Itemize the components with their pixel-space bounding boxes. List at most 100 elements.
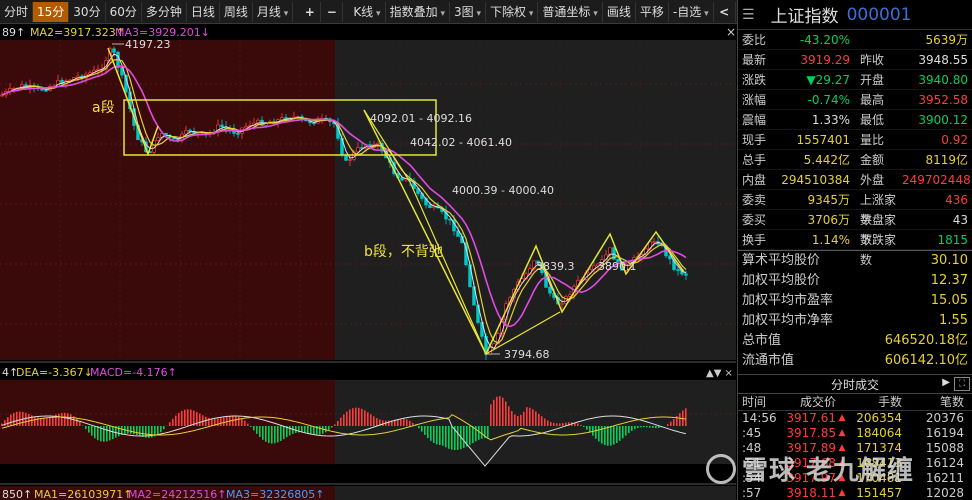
quote-value: 5.442亿	[803, 153, 850, 167]
coordinate-dropdown[interactable]: 普通坐标	[538, 1, 603, 22]
macd-bar	[382, 420, 384, 426]
kline-chart-svg: 89↑ MA2=3917.323↑ MA3=3929.201↓ × 4197.2…	[0, 24, 736, 500]
quote-value-2: 3952.58	[918, 93, 968, 107]
macd-bar	[637, 426, 639, 428]
trade-price: 3918.11	[786, 486, 836, 500]
macd-bar	[613, 426, 615, 445]
stock-name: 上证指数	[770, 7, 839, 27]
three-chart-dropdown[interactable]: 3图	[450, 1, 487, 22]
macd-bar	[622, 426, 624, 439]
quote-label-2	[854, 30, 902, 49]
stat-row: 加权平均市盈率 15.05	[738, 291, 972, 311]
quote-value-2: 8119亿	[925, 153, 968, 167]
stat-row: 算术平均股价 30.10	[738, 251, 972, 271]
zoom-out-button[interactable]: −	[321, 1, 344, 22]
macd-bar	[424, 426, 426, 435]
macd-bar	[289, 426, 291, 436]
macd-bar	[430, 426, 432, 441]
macd-bar	[655, 426, 657, 429]
macd-bar	[67, 413, 69, 426]
zoom-in-button[interactable]: +	[299, 1, 322, 22]
macd-bar	[619, 426, 621, 441]
low-price-label: 3794.68	[504, 348, 550, 361]
period-tab-month[interactable]: 月线	[253, 1, 294, 22]
stat-label: 算术平均股价	[742, 253, 821, 268]
stat-label: 总市值	[742, 333, 782, 348]
trade-volume: 184064	[856, 426, 902, 440]
macd-bar	[457, 426, 459, 450]
period-tab-fenshi[interactable]: 分时	[0, 1, 34, 22]
macd-bar	[403, 418, 405, 426]
stat-value: 1.55	[939, 313, 968, 328]
kline-chart[interactable]: 89↑ MA2=3917.323↑ MA3=3929.201↓ × 4197.2…	[0, 24, 736, 500]
adjust-dropdown[interactable]: 下除权	[486, 1, 539, 22]
macd-bar	[487, 426, 489, 439]
candle-body	[156, 137, 160, 141]
ma1-label: 89↑	[2, 26, 25, 39]
macd-bar	[544, 418, 546, 426]
candle-body	[560, 302, 564, 305]
menu-icon[interactable]: ☰	[742, 7, 755, 23]
macd-bar	[262, 426, 264, 440]
macd-bar	[337, 420, 339, 426]
kline-dropdown[interactable]: K线	[349, 1, 386, 22]
quote-label-2: 平盘家数	[860, 213, 897, 247]
candle-body	[428, 204, 432, 208]
trades-header-bar[interactable]: 分时成交 ▶ ⛶	[738, 374, 972, 394]
macd-bar	[472, 426, 474, 444]
macd-bar	[358, 407, 360, 426]
macd-bar	[478, 426, 480, 440]
period-tab-multimin[interactable]: 多分钟	[142, 1, 187, 22]
trade-count: 16194	[925, 426, 964, 440]
macd-bar	[496, 396, 498, 426]
quote-header: ☰ 上证指数 000001	[738, 0, 972, 30]
quote-label: 委卖	[742, 193, 767, 207]
macd-bar	[103, 426, 105, 442]
draw-line-button[interactable]: 画线	[603, 1, 636, 22]
a-segment-annotation: a段	[92, 100, 115, 116]
quote-value-2: 5639万	[925, 33, 968, 47]
period-tab-day[interactable]: 日线	[187, 1, 220, 22]
trade-time: :45	[742, 426, 762, 440]
period-tab-15min[interactable]: 15分	[33, 1, 70, 22]
macd-bar	[526, 407, 528, 426]
stat-value: 30.10	[930, 253, 968, 268]
quote-label: 现手	[742, 133, 767, 147]
macd-bar	[85, 426, 87, 430]
candle-body	[652, 241, 656, 243]
quote-label: 内盘	[742, 173, 767, 187]
quote-value: 1.33%	[811, 113, 850, 127]
quote-value-2: 3900.12	[918, 113, 968, 127]
period-tab-60min[interactable]: 60分	[106, 1, 142, 22]
macd-bar	[133, 426, 135, 435]
quote-row: 内盘 294510384 外盘 249702448	[738, 170, 972, 190]
close-main-pane-icon[interactable]: ×	[726, 25, 736, 39]
macd-bar	[535, 411, 537, 426]
macd-bar	[517, 415, 519, 426]
macd-bar	[277, 426, 279, 443]
macd-bar	[172, 418, 174, 426]
macd-bar	[481, 426, 483, 439]
ma2-label: MA2=3917.323↑	[30, 26, 125, 39]
macd-bar	[451, 426, 453, 450]
quote-table: 委比 -43.20% 5639万 最新 3919.29 昨收 3948.55 涨跌 ▼29.27…	[738, 30, 972, 267]
up-arrow-icon: ▲	[838, 488, 846, 498]
macd-bar	[577, 423, 579, 426]
watchlist-dropdown[interactable]: -自选	[669, 1, 714, 22]
prev-arrow-icon[interactable]: <	[714, 1, 736, 22]
period-tab-30min[interactable]: 30分	[69, 1, 106, 22]
quote-row: 震幅 1.33% 最低 3900.12	[738, 110, 972, 130]
macd-bar	[259, 426, 261, 438]
fullscreen-icon[interactable]: ⛶	[954, 377, 970, 391]
macd-bar	[205, 416, 207, 426]
quote-label-2: 下跌家数	[860, 233, 897, 267]
period-tab-week[interactable]: 周线	[220, 1, 253, 22]
pan-button[interactable]: 平移	[636, 1, 669, 22]
macd-menu-icon[interactable]: ▲▼ ×	[706, 368, 733, 379]
watermark: 雪球 老九解缠	[706, 450, 914, 487]
trades-arrow-icon[interactable]: ▶	[942, 377, 950, 388]
index-overlay-dropdown[interactable]: 指数叠加	[386, 1, 450, 22]
trade-count: 20376	[925, 411, 964, 425]
macd-bar	[7, 417, 9, 426]
macd-bar	[529, 407, 531, 426]
